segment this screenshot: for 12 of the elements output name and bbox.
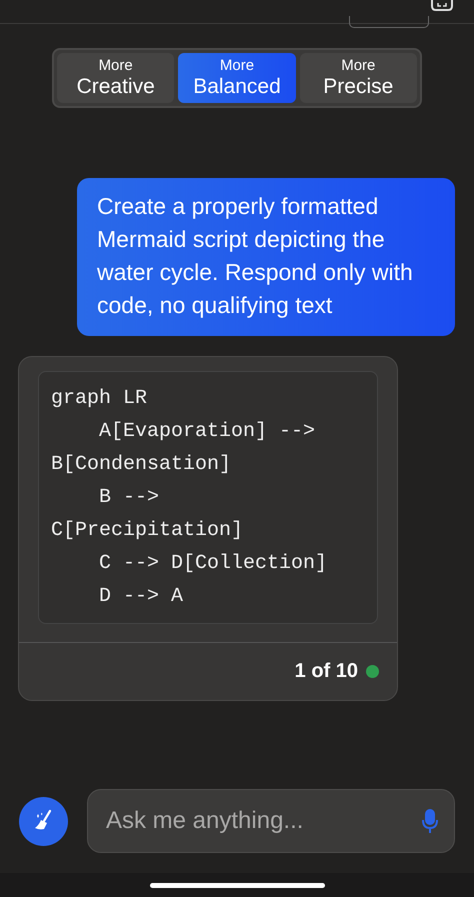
- response-counter: 1 of 10: [294, 660, 358, 683]
- code-block: graph LR A[Evaporation] --> B[Condensation] B --> C[Precipitation] C --> D[Collection] D --> A: [38, 371, 378, 624]
- top-button-edge[interactable]: [349, 16, 429, 28]
- frame-icon[interactable]: [431, 0, 453, 11]
- chat-input-field[interactable]: Ask me anything...: [87, 789, 455, 853]
- home-indicator[interactable]: [150, 882, 324, 888]
- chat-input[interactable]: Ask me anything...: [104, 806, 422, 836]
- mode-tab[interactable]: More Creative: [57, 53, 174, 103]
- new-topic-button[interactable]: [19, 796, 68, 846]
- user-message: Create a properly formatted Mermaid script depicting the water cycle. Respond only with code, no qualifying text: [77, 178, 455, 336]
- mode-tab[interactable]: More Precise: [300, 53, 417, 103]
- mode-tab[interactable]: More Balanced: [178, 53, 296, 103]
